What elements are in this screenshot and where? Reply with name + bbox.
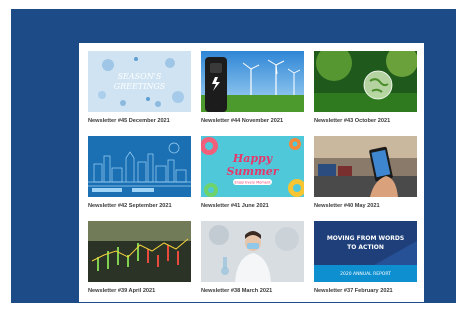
newsletter-title[interactable]: Newsletter #39 April 2021 [88, 288, 198, 294]
newsletter-title[interactable]: Newsletter #43 October 2021 [314, 118, 424, 124]
report-headline-1: MOVING FROM WORDS [327, 235, 404, 242]
newsletter-thumbnail[interactable] [201, 51, 304, 112]
happy-text: Happy [232, 152, 274, 165]
newsletter-thumbnail[interactable] [201, 221, 304, 282]
newsletter-title[interactable]: Newsletter #38 March 2021 [201, 288, 311, 294]
newsletter-card-43[interactable]: Newsletter #43 October 2021 [314, 51, 417, 131]
summer-text: Summer [226, 165, 279, 178]
newsletter-card-37[interactable]: MOVING FROM WORDS TO ACTION 2020 ANNUAL … [314, 221, 417, 301]
newsletter-title[interactable]: Newsletter #40 May 2021 [314, 203, 424, 209]
newsletter-title[interactable]: Newsletter #45 December 2021 [88, 118, 198, 124]
enjoy-text: Enjoy Every Moment [234, 181, 271, 185]
newsletter-thumbnail[interactable] [88, 221, 191, 282]
newsletter-card-41[interactable]: Happy Summer Enjoy Every Moment Newslett… [201, 136, 304, 216]
report-subtitle: 2020 ANNUAL REPORT [340, 271, 391, 277]
svg-text:GREETINGS: GREETINGS [114, 82, 166, 91]
newsletter-thumbnail[interactable]: SEASON'S GREETINGS [88, 51, 191, 112]
city-skyline-image [88, 136, 191, 197]
seasons-greetings-text: SEASON'S [118, 72, 162, 81]
report-headline-2: TO ACTION [347, 244, 384, 251]
newsletter-card-40[interactable]: Newsletter #40 May 2021 [314, 136, 417, 216]
newsletter-thumbnail[interactable] [314, 51, 417, 112]
newsletter-thumbnail[interactable]: Happy Summer Enjoy Every Moment [201, 136, 304, 197]
scientist-lab-image [201, 221, 304, 282]
background-frame: SEASON'S GREETINGS Newsletter #45 Decemb… [11, 9, 456, 303]
annual-report-image: MOVING FROM WORDS TO ACTION 2020 ANNUAL … [314, 221, 417, 282]
newsletter-card-42[interactable]: Newsletter #42 September 2021 [88, 136, 191, 216]
stock-chart-image [88, 221, 191, 282]
newsletter-title[interactable]: Newsletter #41 June 2021 [201, 203, 311, 209]
newsletter-title[interactable]: Newsletter #42 September 2021 [88, 203, 198, 209]
smartphone-street-image [314, 136, 417, 197]
newsletter-card-38[interactable]: Newsletter #38 March 2021 [201, 221, 304, 301]
newsletter-panel: SEASON'S GREETINGS Newsletter #45 Decemb… [79, 43, 424, 302]
newsletter-title[interactable]: Newsletter #37 February 2021 [314, 288, 424, 294]
newsletter-card-45[interactable]: SEASON'S GREETINGS Newsletter #45 Decemb… [88, 51, 191, 131]
newsletter-title[interactable]: Newsletter #44 November 2021 [201, 118, 311, 124]
happy-summer-image: Happy Summer Enjoy Every Moment [201, 136, 304, 197]
newsletter-card-39[interactable]: Newsletter #39 April 2021 [88, 221, 191, 301]
seasons-greetings-image: SEASON'S GREETINGS [88, 51, 191, 112]
ev-charger-image [201, 51, 304, 112]
newsletter-thumbnail[interactable]: MOVING FROM WORDS TO ACTION 2020 ANNUAL … [314, 221, 417, 282]
newsletter-thumbnail[interactable] [314, 136, 417, 197]
newsletter-card-44[interactable]: Newsletter #44 November 2021 [201, 51, 304, 131]
glass-globe-image [314, 51, 417, 112]
newsletter-thumbnail[interactable] [88, 136, 191, 197]
